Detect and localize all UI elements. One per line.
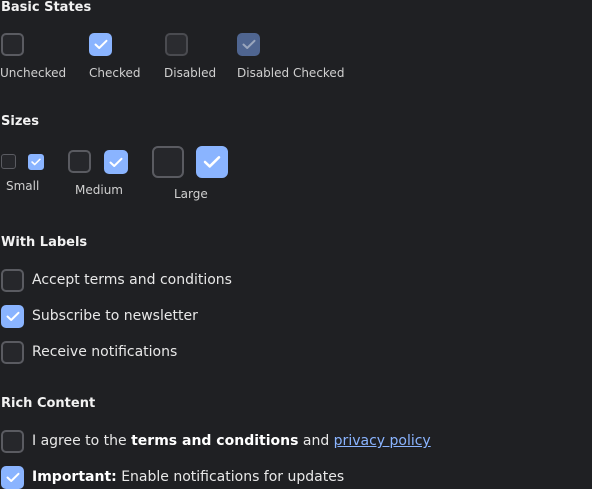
label-accept-terms[interactable]: Accept terms and conditions [32, 272, 232, 288]
checkbox-important-notifications[interactable] [1, 466, 24, 489]
check-icon [94, 39, 107, 49]
checkbox-disabled [165, 33, 188, 56]
label-subscribe-newsletter[interactable]: Subscribe to newsletter [32, 308, 198, 324]
caption-disabled-checked: Disabled Checked [237, 66, 345, 80]
checkbox-unchecked[interactable] [1, 33, 24, 56]
checkbox-small-checked[interactable] [28, 154, 44, 170]
checkbox-medium-unchecked[interactable] [68, 150, 91, 173]
section-title-sizes: Sizes [1, 114, 39, 129]
caption-unchecked: Unchecked [0, 66, 67, 80]
check-icon [31, 158, 41, 166]
check-icon [6, 311, 19, 321]
important-bold-text: Important: [32, 469, 117, 485]
checkbox-large-unchecked[interactable] [152, 146, 184, 178]
caption-large: Large [174, 187, 208, 201]
section-title-rich-content: Rich Content [1, 396, 96, 411]
caption-checked: Checked [89, 66, 141, 80]
agree-prefix-text: I agree to the [32, 433, 132, 449]
checkbox-medium-checked[interactable] [104, 150, 128, 174]
checkbox-accept-terms[interactable] [1, 269, 24, 292]
caption-disabled: Disabled [164, 66, 217, 80]
label-agree-terms[interactable]: I agree to the terms and conditions and … [32, 433, 431, 449]
terms-bold-text: terms and conditions [131, 433, 299, 449]
section-title-basic-states: Basic States [1, 0, 92, 15]
checkbox-subscribe-newsletter[interactable] [1, 305, 24, 328]
agree-middle-text: and [298, 433, 334, 449]
label-receive-notifications[interactable]: Receive notifications [32, 344, 177, 360]
checkbox-demo-page: Basic States Unchecked Checked Disabled … [0, 0, 592, 489]
caption-medium: Medium [75, 183, 123, 197]
check-icon [242, 39, 255, 49]
checkbox-checked[interactable] [89, 33, 112, 56]
checkbox-small-unchecked[interactable] [1, 154, 16, 169]
important-rest-text: Enable notifications for updates [116, 469, 345, 485]
caption-small: Small [6, 179, 40, 193]
check-icon [203, 156, 221, 168]
check-icon [109, 157, 123, 167]
label-important-notifications[interactable]: Important: Enable notifications for upda… [32, 469, 344, 485]
checkbox-receive-notifications[interactable] [1, 341, 24, 364]
checkbox-disabled-checked [237, 33, 260, 56]
privacy-policy-link[interactable]: privacy policy [334, 433, 431, 449]
checkbox-large-checked[interactable] [196, 146, 228, 178]
check-icon [6, 472, 19, 482]
checkbox-agree-terms[interactable] [1, 430, 24, 453]
section-title-with-labels: With Labels [1, 235, 88, 250]
